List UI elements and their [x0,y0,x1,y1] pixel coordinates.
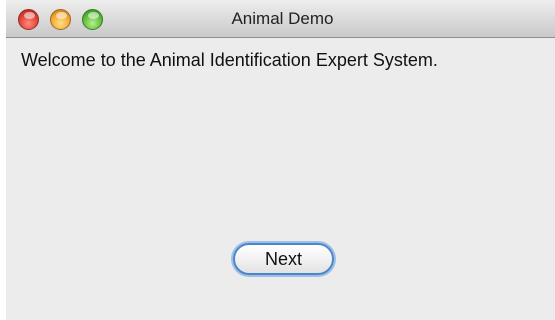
next-button[interactable]: Next [233,243,334,275]
app-window: Animal Demo Welcome to the Animal Identi… [6,0,555,320]
window-title: Animal Demo [6,0,555,38]
title-bar[interactable]: Animal Demo [6,0,555,38]
window-title-text: Animal Demo [231,9,334,28]
welcome-message: Welcome to the Animal Identification Exp… [21,50,438,70]
